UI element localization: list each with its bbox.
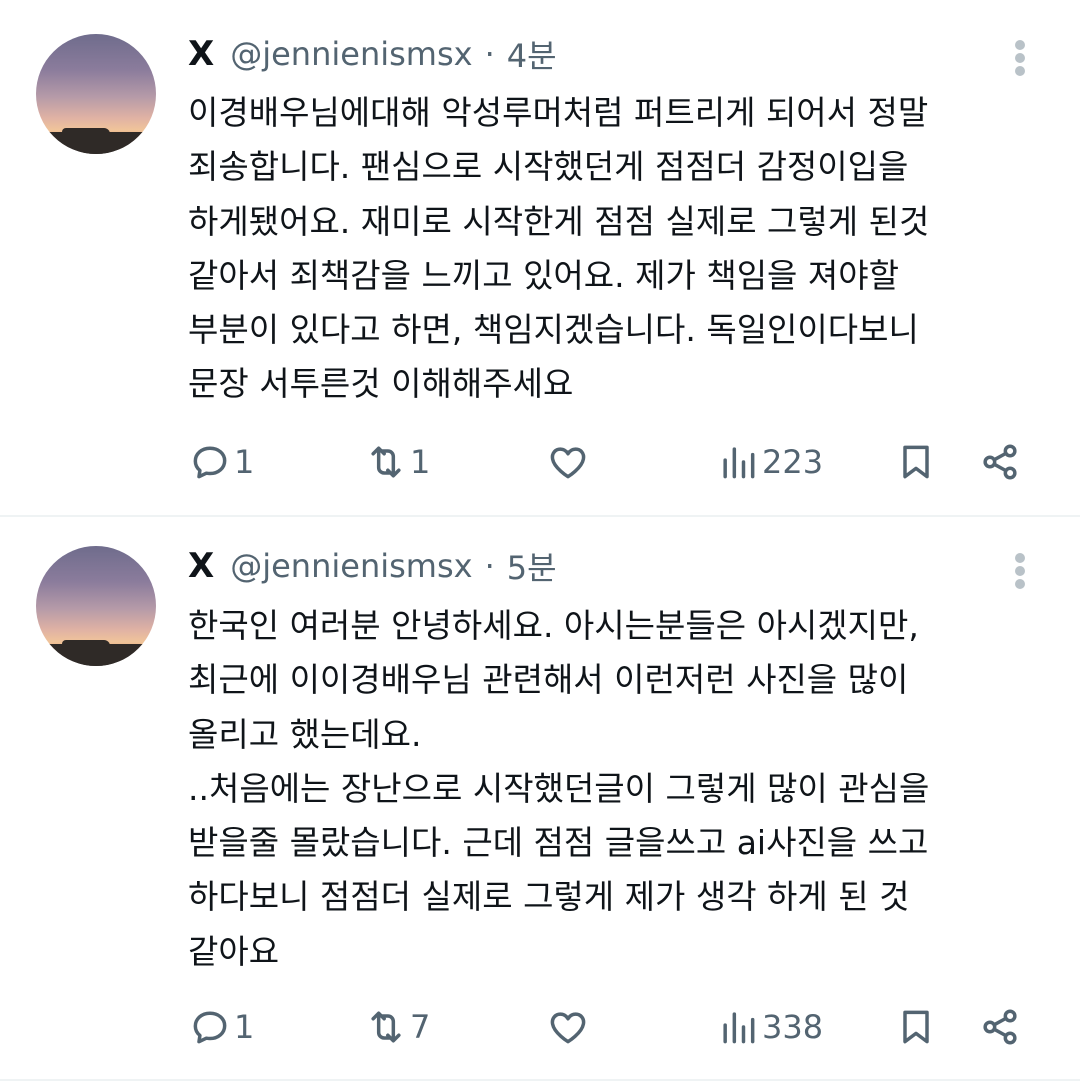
separator: ·: [484, 35, 495, 73]
tweet-line: 한국인 여러분 안녕하세요. 아시는분들은 아시겠지만,: [188, 606, 919, 645]
share-button[interactable]: [978, 997, 1022, 1057]
action-bar: 1 1 223: [0, 432, 1080, 492]
reply-icon: [193, 1011, 227, 1044]
tweet-line: 부분이 있다고 하면, 책임지겠습니다. 독일인이다보니: [188, 310, 919, 350]
more-vertical-icon[interactable]: [1008, 551, 1032, 591]
heart-icon: [550, 447, 586, 479]
avatar[interactable]: [36, 546, 156, 666]
user-handle[interactable]: @jennienismsx: [230, 547, 472, 585]
timestamp[interactable]: 5분: [507, 543, 557, 589]
bookmark-icon: [903, 445, 929, 479]
share-icon: [983, 444, 1017, 480]
reply-button[interactable]: 1: [188, 997, 254, 1057]
tweet-text: 이경배우님에대해 악성루머처럼 퍼트리게 되어서 정말 죄송합니다. 팬심으로 …: [188, 86, 1058, 412]
tweet[interactable]: X @jennienismsx · 5분 한국인 여러분 안녕하세요. 아시는분…: [0, 517, 1080, 1079]
views-button[interactable]: 338: [716, 997, 823, 1057]
tweet-divider: [0, 1079, 1080, 1081]
tweet-line: 죄송합니다. 팬심으로 시작했던게 점점더 감정이입을: [188, 147, 909, 187]
like-button[interactable]: [546, 432, 590, 492]
tweet-line: 같아요: [188, 931, 280, 971]
view-count: 338: [762, 1008, 824, 1046]
tweet-line: 하다보니 점점더 실제로 그렇게 제가 생각 하게 된 것: [188, 877, 910, 917]
share-icon: [983, 1009, 1017, 1045]
reply-button[interactable]: 1: [188, 432, 254, 492]
bookmark-button[interactable]: [894, 432, 938, 492]
repost-icon: [371, 1011, 401, 1043]
repost-button[interactable]: 7: [364, 997, 430, 1057]
repost-count: 7: [410, 1008, 431, 1046]
more-vertical-icon[interactable]: [1008, 38, 1032, 78]
view-count: 223: [762, 443, 824, 481]
action-bar: 1 7 338: [0, 997, 1080, 1057]
display-name[interactable]: X: [188, 34, 214, 74]
tweet-line: 올리고 했는데요.: [188, 714, 422, 754]
repost-count: 1: [410, 443, 431, 481]
bookmark-button[interactable]: [894, 997, 938, 1057]
tweet-text: 한국인 여러분 안녕하세요. 아시는분들은 아시겠지만, 최근에 이이경배우님 …: [188, 599, 1058, 979]
avatar[interactable]: [36, 34, 156, 154]
tweet-line: 같아서 죄책감을 느끼고 있어요. 제가 책임을 져야할: [188, 255, 899, 295]
user-handle[interactable]: @jennienismsx: [230, 35, 472, 73]
tweet-line: 하게됐어요. 재미로 시작한게 점점 실제로 그렇게 된것: [188, 201, 930, 241]
repost-icon: [371, 446, 401, 478]
bookmark-icon: [903, 1010, 929, 1044]
heart-icon: [550, 1012, 586, 1044]
tweet-line: ..처음에는 장난으로 시작했던글이 그렇게 많이 관심을: [188, 768, 930, 808]
tweet-line: 문장 서투른것 이해해주세요: [188, 364, 574, 404]
share-button[interactable]: [978, 432, 1022, 492]
like-button[interactable]: [546, 997, 590, 1057]
tweet[interactable]: X @jennienismsx · 4분 이경배우님에대해 악성루머처럼 퍼트리…: [0, 0, 1080, 515]
tweet-line: 받을줄 몰랐습니다. 근데 점점 글을쓰고 ai사진을 쓰고: [188, 823, 929, 863]
display-name[interactable]: X: [188, 546, 214, 586]
reply-count: 1: [234, 1008, 255, 1046]
timestamp[interactable]: 4분: [507, 31, 557, 77]
reply-count: 1: [234, 443, 255, 481]
tweet-header: X @jennienismsx · 4분: [188, 30, 557, 78]
tweet-header: X @jennienismsx · 5분: [188, 542, 557, 590]
repost-button[interactable]: 1: [364, 432, 430, 492]
reply-icon: [193, 446, 227, 479]
tweet-line: 이경배우님에대해 악성루머처럼 퍼트리게 되어서 정말: [188, 93, 929, 132]
views-button[interactable]: 223: [716, 432, 823, 492]
tweet-line: 최근에 이이경배우님 관련해서 이런저런 사진을 많이: [188, 660, 909, 700]
separator: ·: [484, 547, 495, 585]
views-chart-icon: [723, 447, 755, 479]
views-chart-icon: [723, 1012, 755, 1044]
